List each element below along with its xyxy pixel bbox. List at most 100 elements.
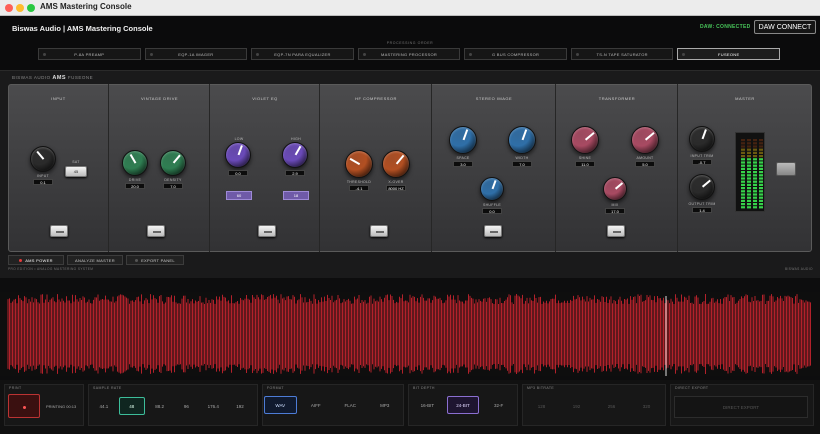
low-gain-value: 0.0 bbox=[228, 170, 248, 176]
output-trim-knob[interactable] bbox=[689, 174, 715, 200]
chain-stage[interactable]: TS-N TAPE SATURATOR bbox=[570, 48, 674, 60]
mp3-bitrate-options: 128 192 256 320 bbox=[526, 397, 662, 417]
direct-export-title: DIRECT EXPORT bbox=[675, 386, 709, 390]
low-freq-button[interactable]: 60 bbox=[226, 191, 252, 200]
xover-label: X-OVER bbox=[388, 180, 404, 184]
bit-depth-option[interactable]: 16-BIT bbox=[412, 396, 443, 414]
vintage-bypass-button[interactable] bbox=[147, 225, 165, 237]
chain-stage[interactable]: P-8A PREAMP bbox=[38, 48, 141, 60]
sample-rate-option[interactable]: 96 bbox=[174, 397, 198, 415]
sample-rate-options: 44.1 48 88.2 96 176.4 192 bbox=[92, 397, 252, 417]
mp3-bitrate-option[interactable]: 192 bbox=[561, 397, 592, 415]
chain-stage[interactable]: FUSEONE bbox=[677, 48, 781, 60]
output-trim-label: OUTPUT TRIM bbox=[688, 202, 716, 206]
transformer-bypass-button[interactable] bbox=[607, 225, 625, 237]
format-option[interactable]: MP3 bbox=[370, 396, 401, 414]
format-option[interactable]: AIFF bbox=[301, 396, 332, 414]
threshold-value: -4.1 bbox=[349, 185, 369, 191]
xover-knob[interactable] bbox=[382, 150, 410, 178]
violet-eq-title: VIOLET EQ bbox=[252, 96, 278, 101]
format-title: FORMAT bbox=[267, 386, 284, 390]
mix-label: MIX bbox=[611, 203, 619, 207]
export-panel-button[interactable]: EXPORT PANEL bbox=[126, 255, 184, 265]
waveform-view[interactable] bbox=[0, 292, 820, 376]
drive-knob[interactable] bbox=[122, 150, 148, 176]
mp3-bitrate-option[interactable]: 128 bbox=[526, 397, 557, 415]
sample-rate-title: SAMPLE RATE bbox=[93, 386, 122, 390]
violet-eq-label: HIGH bbox=[291, 137, 301, 141]
rack-model: AMS bbox=[52, 75, 67, 81]
daw-status: DAW: CONNECTED bbox=[700, 24, 751, 30]
sample-rate-option[interactable]: 48 bbox=[118, 397, 145, 415]
chain-stage[interactable]: EQP-7N PARA EQUALIZER bbox=[251, 48, 354, 60]
density-label: DENSITY bbox=[164, 178, 182, 182]
print-button[interactable] bbox=[8, 394, 40, 418]
amount-label: AMOUNT bbox=[636, 156, 654, 160]
master-title: MASTER bbox=[735, 96, 755, 101]
mp3-bitrate-title: MP3 BITRATE bbox=[527, 386, 555, 390]
print-title: PRINT bbox=[9, 386, 22, 390]
width-knob[interactable] bbox=[508, 126, 536, 154]
minimize-window-button[interactable] bbox=[16, 4, 24, 12]
master-toggle-button[interactable] bbox=[776, 162, 796, 176]
sample-rate-option[interactable]: 176.4 bbox=[201, 397, 225, 415]
shine-value: 11.0 bbox=[575, 161, 595, 167]
direct-export-button[interactable]: DIRECT EXPORT bbox=[674, 396, 808, 418]
high-gain-value: 2.9 bbox=[285, 170, 305, 176]
low-gain-knob[interactable] bbox=[225, 142, 251, 168]
shine-knob[interactable] bbox=[571, 126, 599, 154]
close-window-button[interactable] bbox=[5, 4, 13, 12]
input-trim-knob[interactable] bbox=[689, 126, 715, 152]
mix-value: 17.0 bbox=[605, 208, 625, 214]
input-label: INPUT bbox=[37, 174, 49, 178]
chain-stage[interactable]: MASTERING PROCESSOR bbox=[357, 48, 461, 60]
mp3-bitrate-option[interactable]: 256 bbox=[596, 397, 627, 415]
rack-title: BISWAS AUDIO AMS FUSEONE bbox=[12, 75, 93, 81]
chain-stage[interactable]: EQP-1A IMAGER bbox=[144, 48, 248, 60]
space-label: SPACE bbox=[456, 156, 470, 160]
width-label: WIDTH bbox=[515, 156, 529, 160]
vintage-drive-title: VINTAGE DRIVE bbox=[140, 96, 179, 101]
threshold-knob[interactable] bbox=[345, 150, 373, 178]
amount-knob[interactable] bbox=[631, 126, 659, 154]
format-option[interactable]: FLAC bbox=[335, 396, 366, 414]
transformer-title: TRANSFORMER bbox=[598, 96, 636, 101]
input-value: 0.1 bbox=[33, 179, 53, 185]
shuffle-knob[interactable] bbox=[480, 177, 504, 201]
stereo-bypass-button[interactable] bbox=[484, 225, 502, 237]
input-bypass-button[interactable] bbox=[50, 225, 68, 237]
processing-order-label: PROCESSING ORDER bbox=[386, 41, 434, 45]
sample-rate-option[interactable]: 44.1 bbox=[92, 397, 116, 415]
density-knob[interactable] bbox=[160, 150, 186, 176]
bit-depth-option[interactable]: 24-BIT bbox=[446, 396, 480, 414]
input-title: INPUT bbox=[51, 96, 66, 101]
bit-depth-option[interactable]: 32-F bbox=[483, 396, 514, 414]
shuffle-label: SHUFFLE bbox=[482, 203, 502, 207]
shuffle-value: 0.0 bbox=[482, 208, 502, 214]
rack-name: FUSEONE bbox=[67, 75, 94, 80]
zoom-window-button[interactable] bbox=[27, 4, 35, 12]
edition-note: PRO EDITION • ANALOG MASTERING SYSTEM bbox=[8, 267, 94, 271]
format-option[interactable]: WAV bbox=[264, 396, 297, 414]
bit-depth-options: 16-BIT 24-BIT 32-F bbox=[412, 396, 514, 416]
chain-stage[interactable]: G BUS COMPRESSOR bbox=[464, 48, 567, 60]
high-freq-button[interactable]: 18 bbox=[283, 191, 309, 200]
xover-value: 8000 HZ bbox=[386, 185, 406, 191]
drive-value: 20.0 bbox=[125, 183, 145, 189]
mp3-bitrate-option[interactable]: 320 bbox=[631, 397, 662, 415]
daw-connect-button[interactable]: DAW CONNECT bbox=[754, 20, 816, 34]
input-knob[interactable] bbox=[30, 146, 56, 172]
sample-rate-option[interactable]: 192 bbox=[228, 397, 252, 415]
ams-power-button[interactable]: AMS POWER bbox=[8, 255, 64, 265]
input-trim-label: INPUT TRIM bbox=[690, 154, 714, 158]
mix-knob[interactable] bbox=[603, 177, 627, 201]
high-gain-knob[interactable] bbox=[282, 142, 308, 168]
space-knob[interactable] bbox=[449, 126, 477, 154]
violet-bypass-button[interactable] bbox=[258, 225, 276, 237]
comp-bypass-button[interactable] bbox=[370, 225, 388, 237]
space-value: 3.0 bbox=[453, 161, 473, 167]
analyze-master-button[interactable]: ANALYZE MASTER bbox=[67, 255, 123, 265]
rack-brand: BISWAS AUDIO bbox=[12, 75, 51, 80]
sat-button[interactable]: 45 bbox=[65, 166, 87, 177]
sample-rate-option[interactable]: 88.2 bbox=[148, 397, 172, 415]
